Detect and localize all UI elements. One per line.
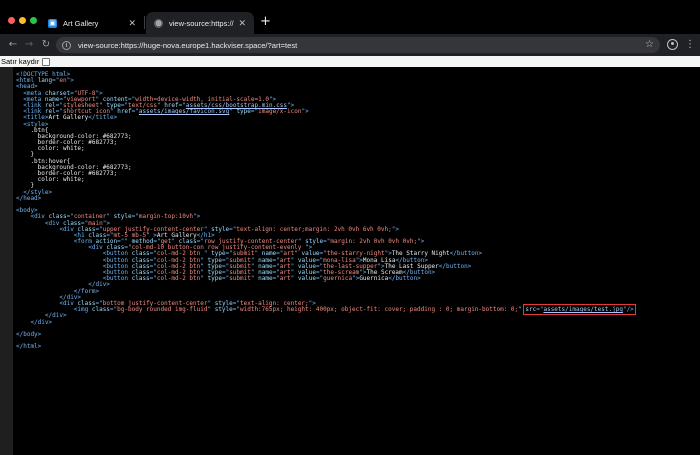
source-token: bg-body rounded img-fluid: [117, 306, 208, 314]
source-token: ">: [301, 108, 309, 116]
source-token: =": [131, 108, 139, 116]
source-token: margin-top:10vh: [138, 213, 194, 221]
close-icon[interactable]: ✕: [238, 18, 246, 29]
source-token: name: [258, 275, 273, 283]
source-token: ": [200, 275, 208, 283]
source-token: </button>: [388, 275, 421, 283]
source-token: ">: [391, 225, 399, 233]
source-token: style: [113, 213, 132, 221]
browser-toolbar: ← → ↻ view-source:https://huge-nova.euro…: [0, 34, 700, 56]
source-token: submit: [229, 275, 251, 283]
source-token: image/x-icon: [258, 108, 302, 116]
source-line: </html>: [16, 344, 700, 350]
source-token: <img: [73, 306, 92, 314]
source-token: Art Gallery: [48, 114, 89, 122]
source-token: </button>: [438, 262, 472, 270]
source-token: </title>: [88, 114, 118, 122]
source-token: type: [207, 275, 222, 283]
source-token: =": [149, 275, 157, 283]
tab-separator: [144, 16, 145, 29]
source-link[interactable]: assets/images/favicon.svg: [139, 108, 229, 115]
source-token: en: [59, 77, 67, 85]
address-bar-url[interactable]: view-source:https://huge-nova.europe1.ha…: [78, 41, 297, 50]
line-wrap-label: Satır kaydır: [1, 57, 40, 66]
forward-arrow-icon[interactable]: →: [22, 38, 36, 52]
profile-icon[interactable]: [667, 39, 678, 50]
source-token: ">: [66, 77, 74, 85]
line-number-gutter: [0, 67, 13, 455]
source-token: ": [207, 306, 215, 314]
tab-title: view-source:https://huge-nova.europe1.ha…: [169, 18, 234, 28]
source-token: art: [279, 275, 291, 283]
source-token: </button>: [449, 250, 483, 258]
source-token: </body>: [16, 330, 42, 338]
gallery-favicon-icon: ▣: [48, 18, 57, 28]
source-token: guernica: [323, 275, 353, 283]
menu-kebab-icon[interactable]: ⋮: [685, 38, 695, 52]
reload-icon[interactable]: ↻: [39, 38, 53, 52]
line-wrap-bar: Satır kaydır: [0, 56, 700, 67]
close-window-button[interactable]: [8, 17, 15, 24]
source-token: =": [131, 213, 139, 221]
source-token: =": [272, 275, 280, 283]
minimize-window-button[interactable]: [19, 17, 26, 24]
tab-strip: ▣ Art Gallery ✕ ◍ view-source:https://hu…: [0, 0, 700, 35]
source-token: lang: [37, 77, 53, 85]
source-token: col-md-2 btn: [156, 275, 201, 283]
source-token: Guernica: [359, 275, 389, 283]
source-token: =": [232, 306, 240, 314]
new-tab-button[interactable]: +: [260, 14, 271, 30]
tab-art-gallery[interactable]: ▣ Art Gallery ✕: [40, 12, 144, 34]
tab-view-source[interactable]: ◍ view-source:https://huge-nova.europe1.…: [146, 12, 254, 34]
line-wrap-checkbox[interactable]: [42, 57, 51, 66]
source-token: [634, 306, 700, 313]
source-token: ">: [193, 213, 201, 221]
source-token: type: [236, 108, 251, 116]
source-token: </head>: [16, 194, 42, 202]
source-token: style: [214, 306, 233, 314]
back-arrow-icon[interactable]: ←: [6, 38, 20, 52]
source-token: ">: [417, 238, 425, 246]
source-token: href: [117, 108, 132, 116]
bookmark-star-icon[interactable]: ☆: [645, 38, 654, 52]
source-view: <!DOCTYPE html> <html lang="en"> <head> <m…: [0, 67, 700, 455]
source-token: class: [131, 275, 150, 283]
source-token: margin: 2vh 0vh 0vh 0vh;: [330, 238, 418, 246]
close-icon[interactable]: ✕: [128, 18, 136, 29]
source-token: class: [91, 306, 110, 314]
source-token: width:765px; height: 400px; object-fit: …: [240, 306, 519, 314]
globe-icon: ◍: [154, 18, 163, 28]
source-token: text-align: center;margin: 2vh 0vh 6vh 0…: [236, 225, 392, 233]
address-bar[interactable]: view-source:https://huge-nova.europe1.ha…: [56, 37, 660, 53]
source-token: </div>: [30, 318, 53, 326]
site-info-icon[interactable]: [62, 40, 71, 50]
source-token: ": [290, 275, 298, 283]
highlight-box-src-attribute: [523, 304, 636, 316]
maximize-window-button[interactable]: [30, 17, 37, 24]
tab-title: Art Gallery: [63, 18, 99, 28]
source-token: </html>: [16, 343, 42, 351]
source-token: value: [297, 275, 316, 283]
